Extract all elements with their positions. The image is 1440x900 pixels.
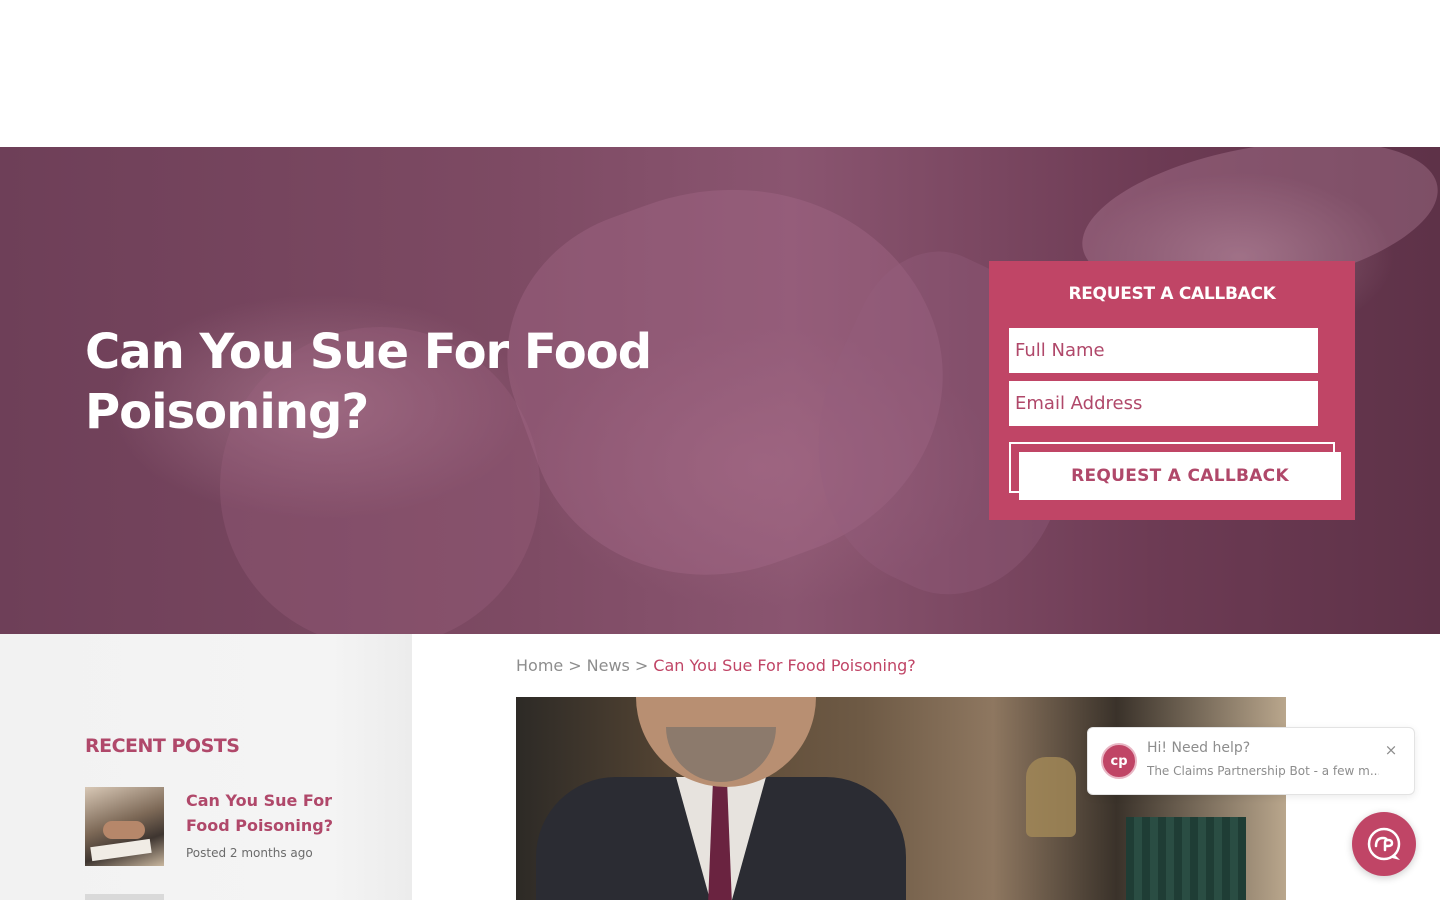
request-callback-button[interactable]: REQUEST A CALLBACK: [1019, 452, 1341, 500]
recent-post-link[interactable]: Can You Sue For Food Poisoning?: [186, 788, 376, 838]
chat-launcher-button[interactable]: [1352, 812, 1416, 876]
chat-bot-avatar: cp: [1101, 743, 1137, 779]
chat-greeting: Hi! Need help?: [1147, 740, 1251, 756]
breadcrumb-news[interactable]: News: [587, 656, 630, 675]
breadcrumb-separator: >: [568, 656, 582, 675]
thumbnail-detail: [103, 821, 145, 839]
chat-icon: [1367, 827, 1401, 861]
sidebar: [0, 634, 412, 900]
callback-form-heading: REQUEST A CALLBACK: [1068, 284, 1276, 304]
thumbnail-detail: [90, 838, 152, 862]
post-date: Posted 2 months ago: [186, 846, 313, 860]
breadcrumb-current: Can You Sue For Food Poisoning?: [653, 656, 916, 675]
post-thumbnail[interactable]: [85, 894, 164, 900]
close-icon[interactable]: ×: [1382, 741, 1400, 759]
breadcrumb: Home > News > Can You Sue For Food Poisoning…: [516, 656, 916, 675]
breadcrumb-separator: >: [634, 656, 649, 675]
email-address-input[interactable]: [1009, 381, 1318, 426]
image-detail: [1126, 817, 1246, 900]
post-thumbnail[interactable]: [85, 787, 164, 866]
image-detail: [1026, 757, 1076, 837]
recent-posts-heading: RECENT POSTS: [85, 735, 240, 757]
site-header: [0, 0, 1440, 147]
page-title: Can You Sue For Food Poisoning?: [85, 324, 652, 440]
breadcrumb-home[interactable]: Home: [516, 656, 563, 675]
full-name-input[interactable]: [1009, 328, 1318, 373]
chat-subtitle: The Claims Partnership Bot - a few m...: [1147, 764, 1379, 778]
